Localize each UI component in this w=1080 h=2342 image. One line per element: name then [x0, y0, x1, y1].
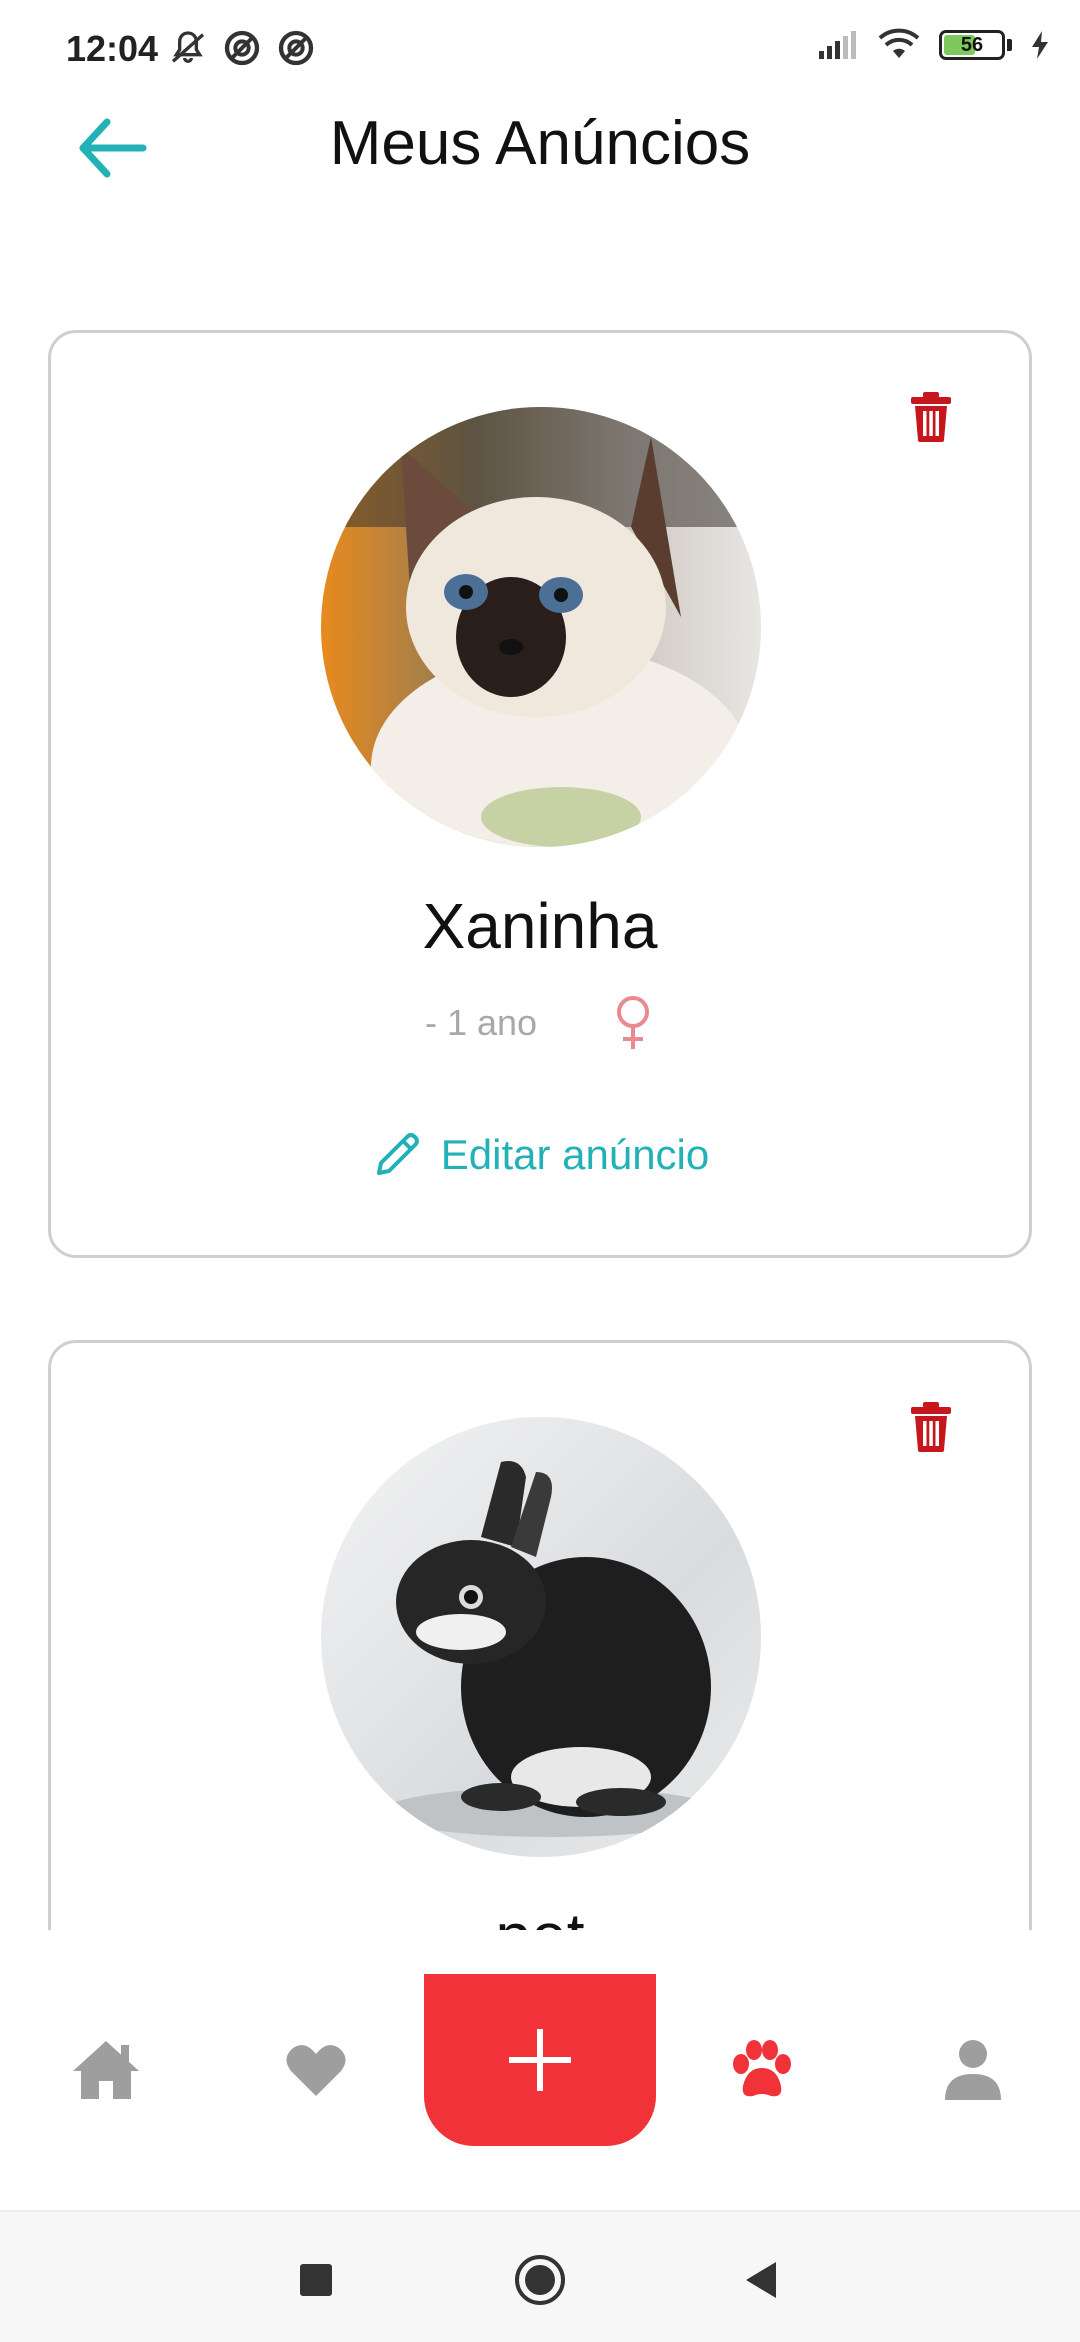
status-system-icons: 56 — [817, 28, 1050, 62]
status-notification-icons — [168, 28, 316, 68]
listing-card[interactable]: pet — [48, 1340, 1032, 1930]
home-icon — [73, 2041, 139, 2099]
add-icon — [509, 2029, 571, 2091]
status-bar: 12:04 56 — [0, 0, 1080, 96]
listings-list[interactable]: Xaninha - 1 ano Editar anúncio — [0, 300, 1080, 1930]
back-system-button[interactable] — [732, 2250, 792, 2310]
pencil-icon — [376, 1133, 419, 1175]
female-icon — [611, 993, 655, 1053]
recents-button[interactable] — [286, 2250, 346, 2310]
battery-cap — [1007, 39, 1012, 51]
user-icon — [945, 2040, 1001, 2100]
add-listing-button[interactable] — [424, 1974, 656, 2146]
recents-icon — [300, 2264, 332, 2296]
battery-icon: 56 — [939, 30, 1005, 60]
edit-listing-label: Editar anúncio — [440, 1131, 710, 1178]
do-not-disturb-icon — [224, 30, 260, 66]
heart-icon — [286, 2045, 346, 2096]
rabbit-photo — [321, 1417, 761, 1857]
status-time: 12:04 — [66, 28, 159, 69]
muted-bell-icon — [171, 31, 205, 63]
do-not-disturb-icon — [278, 30, 314, 66]
cat-photo — [321, 407, 761, 847]
header: Meus Anúncios — [0, 96, 1080, 206]
page-title: Meus Anúncios — [329, 109, 751, 178]
trash-icon — [911, 392, 951, 442]
home-system-button[interactable] — [510, 2250, 570, 2310]
paw-icon — [733, 2040, 791, 2097]
signal-icon — [819, 31, 856, 59]
pet-age: - 1 ano — [424, 1002, 538, 1043]
nav-home[interactable] — [56, 2020, 156, 2120]
trash-icon — [911, 1402, 951, 1452]
nav-profile[interactable] — [923, 2020, 1023, 2120]
delete-button[interactable] — [903, 387, 959, 447]
home-circle-icon — [515, 2255, 565, 2305]
delete-button[interactable] — [903, 1397, 959, 1457]
back-triangle-icon — [746, 2262, 776, 2298]
wifi-icon — [878, 28, 920, 58]
edit-listing-button[interactable]: Editar anúncio — [51, 1129, 1029, 1181]
system-nav-bar — [0, 2210, 1080, 2342]
charging-icon — [1032, 31, 1048, 59]
pet-name: Xaninha — [422, 890, 658, 962]
bottom-nav — [0, 1930, 1080, 2210]
pet-name: pet — [51, 1899, 1029, 1930]
battery-level: 56 — [960, 34, 984, 56]
nav-favorites[interactable] — [266, 2020, 366, 2120]
nav-my-pets[interactable] — [712, 2020, 812, 2120]
listing-card[interactable]: Xaninha - 1 ano Editar anúncio — [48, 330, 1032, 1258]
pet-meta: - 1 ano — [51, 993, 1029, 1053]
